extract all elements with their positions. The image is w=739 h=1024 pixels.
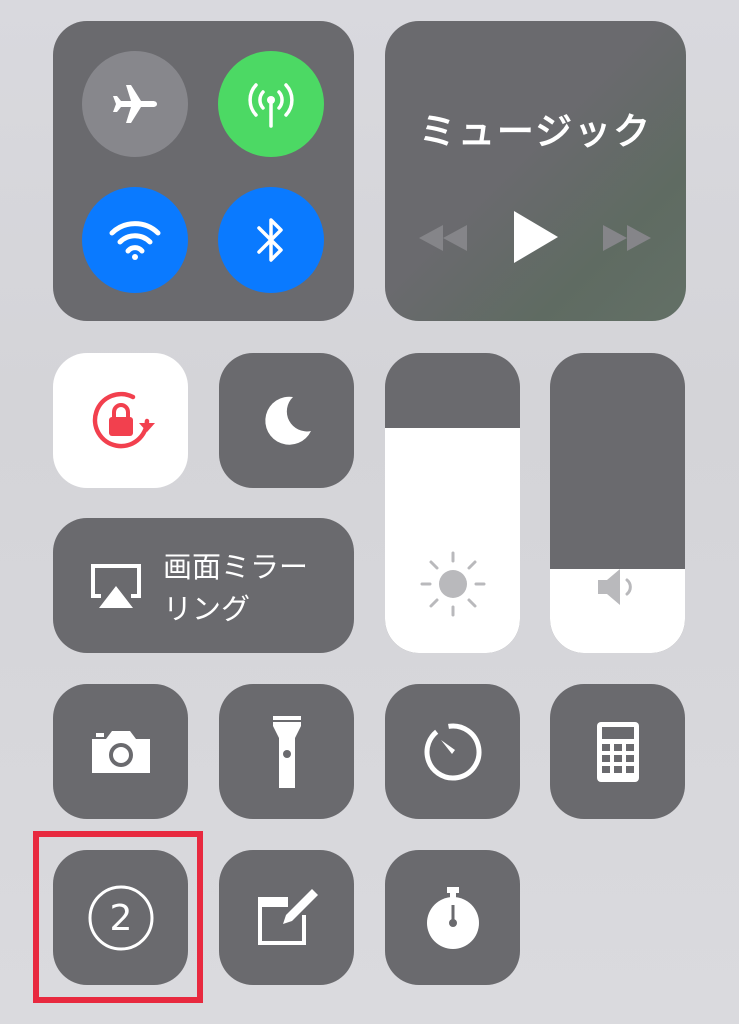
screen-mirroring-button[interactable]: 画面ミラー リング xyxy=(53,518,354,653)
brightness-fill xyxy=(385,428,520,653)
cellular-data-button[interactable] xyxy=(218,51,324,157)
bluetooth-icon xyxy=(257,218,283,262)
bluetooth-button[interactable] xyxy=(218,187,324,293)
connectivity-module xyxy=(53,21,354,321)
rewind-button[interactable] xyxy=(413,216,473,260)
play-icon xyxy=(514,211,558,263)
wifi-button[interactable] xyxy=(82,187,188,293)
stopwatch-button[interactable] xyxy=(385,850,520,985)
orientation-lock-button[interactable] xyxy=(53,353,188,488)
calculator-button[interactable] xyxy=(550,684,685,819)
moon-icon xyxy=(264,396,311,445)
airplane-icon xyxy=(113,85,157,123)
stopwatch-icon xyxy=(426,886,479,949)
timer-button[interactable] xyxy=(385,684,520,819)
speaker-icon xyxy=(598,569,632,605)
flashlight-button[interactable] xyxy=(219,684,354,819)
notes-button[interactable] xyxy=(219,850,354,985)
sun-icon xyxy=(420,551,486,617)
airplay-icon xyxy=(91,564,141,608)
fast-forward-button[interactable] xyxy=(597,216,657,260)
antenna-icon xyxy=(248,83,294,128)
highlight-frame xyxy=(33,831,203,1003)
play-button[interactable] xyxy=(503,205,567,269)
screen-mirroring-label: 画面ミラー リング xyxy=(163,550,309,626)
rewind-icon xyxy=(419,225,467,251)
notes-icon xyxy=(257,888,318,945)
timer-icon xyxy=(424,723,481,780)
music-module[interactable]: ミュージック xyxy=(385,21,686,321)
camera-button[interactable] xyxy=(53,684,188,819)
camera-icon xyxy=(91,730,150,773)
volume-slider[interactable] xyxy=(550,353,685,653)
wifi-icon xyxy=(109,221,161,260)
flashlight-icon xyxy=(272,715,301,788)
calculator-icon xyxy=(596,721,639,782)
airplane-mode-button[interactable] xyxy=(82,51,188,157)
rotation-lock-icon xyxy=(92,391,155,448)
fast-forward-icon xyxy=(603,225,651,251)
music-title: ミュージック xyxy=(418,110,653,153)
brightness-slider[interactable] xyxy=(385,353,520,653)
do-not-disturb-button[interactable] xyxy=(219,353,354,488)
